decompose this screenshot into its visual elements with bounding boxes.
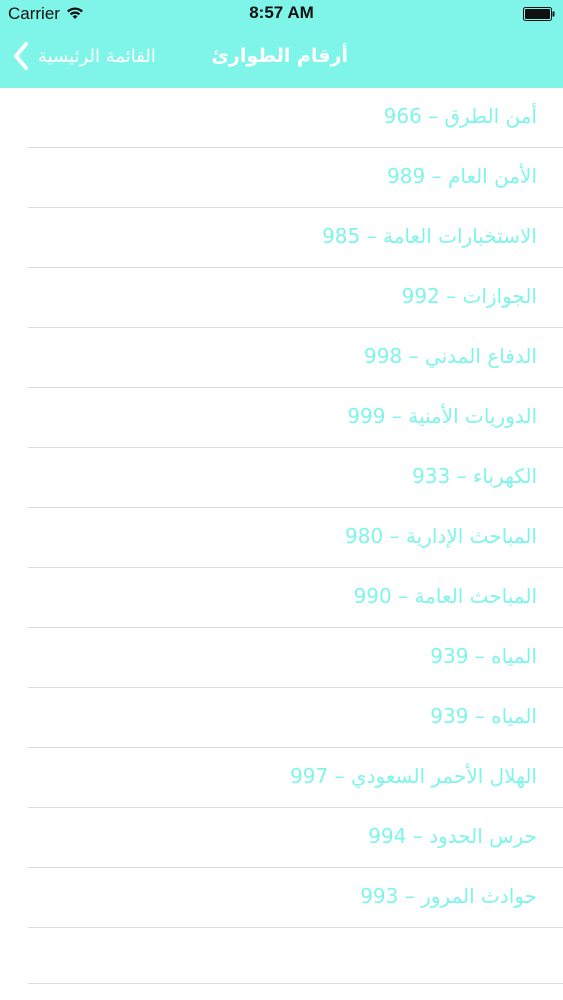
list-item-label: الاستخبارات العامة – 985 [322,224,537,248]
list-item-label: الجوازات – 992 [401,284,537,308]
list-item[interactable]: حرس الحدود – 994 [0,808,563,868]
list-item-label: المباحث العامة – 990 [353,584,537,608]
list-item[interactable]: الاستخبارات العامة – 985 [0,208,563,268]
list-item-label: حرس الحدود – 994 [368,824,537,848]
header: Carrier 8:57 AM القائمة الرئيسية أرقام ا… [0,0,563,88]
list-item-label: الكهرباء – 933 [412,464,537,488]
navigation-bar: القائمة الرئيسية أرقام الطوارئ [0,30,563,88]
list-item-label: أمن الطرق – 966 [383,104,537,128]
list-item-label: الدوريات الأمنية – 999 [347,404,537,428]
list-bottom-separator [28,983,563,984]
list-item-label: المياه – 939 [430,644,537,668]
list-item[interactable]: المباحث العامة – 990 [0,568,563,628]
list-item-label: حوادث المرور – 993 [360,884,537,908]
list-item-label: المياه – 939 [430,704,537,728]
list-item[interactable]: المياه – 939 [0,628,563,688]
list-item[interactable]: الجوازات – 992 [0,268,563,328]
list-item[interactable]: الأمن العام – 989 [0,148,563,208]
list-item[interactable]: أمن الطرق – 966 [0,88,563,148]
list-item[interactable]: المباحث الإدارية – 980 [0,508,563,568]
back-button-label: القائمة الرئيسية [38,45,156,67]
list-item[interactable]: الهلال الأحمر السعودي – 997 [0,748,563,808]
list-item-label: المباحث الإدارية – 980 [345,524,537,548]
list-item[interactable]: المياه – 939 [0,688,563,748]
clock: 8:57 AM [249,3,314,22]
list-item[interactable]: الدفاع المدني – 998 [0,328,563,388]
list-item-label: الدفاع المدني – 998 [364,344,537,368]
page-title: أرقام الطوارئ [211,45,349,67]
row-separator [28,927,563,928]
status-bar: Carrier 8:57 AM [0,0,563,30]
back-button[interactable]: القائمة الرئيسية [12,36,156,76]
list-item-label: الهلال الأحمر السعودي – 997 [290,764,537,788]
list-item[interactable]: الدوريات الأمنية – 999 [0,388,563,448]
chevron-left-icon [14,42,28,70]
list-item[interactable]: الكهرباء – 933 [0,448,563,508]
list-item[interactable]: حوادث المرور – 993 [0,868,563,928]
battery-icon [523,7,555,21]
list-item-label: الأمن العام – 989 [387,164,537,188]
emergency-numbers-list: أمن الطرق – 966 الأمن العام – 989 الاستخبا… [0,88,563,928]
